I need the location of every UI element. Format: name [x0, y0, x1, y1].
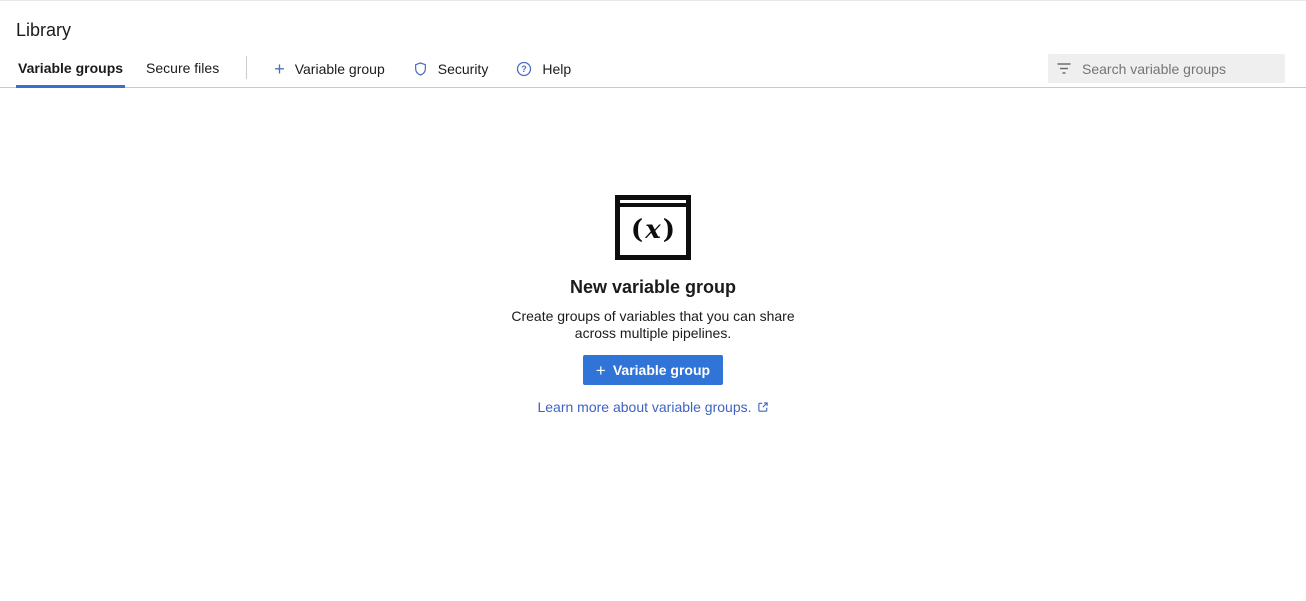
add-variable-group-button-label: Variable group: [613, 362, 710, 378]
tab-bar: Variable groups Secure files + Variable …: [0, 50, 1306, 88]
security-command[interactable]: Security: [399, 50, 503, 87]
search-box: [1048, 54, 1285, 83]
help-command[interactable]: ? Help: [502, 50, 585, 87]
page-title: Library: [16, 20, 1290, 41]
search-input[interactable]: [1080, 60, 1276, 78]
tab-variable-groups[interactable]: Variable groups: [16, 50, 125, 88]
new-variable-group-command-label: Variable group: [295, 61, 385, 77]
filter-icon: [1057, 62, 1071, 75]
library-page: Library Variable groups Secure files + V…: [0, 1, 1306, 415]
variable-group-icon-glyph: (x): [620, 207, 686, 255]
tab-secure-files[interactable]: Secure files: [144, 50, 221, 88]
tab-secure-files-label: Secure files: [146, 60, 219, 76]
empty-state-title: New variable group: [413, 277, 893, 298]
variable-group-icon: (x): [615, 195, 691, 260]
empty-state-description-line2: across multiple pipelines.: [413, 325, 893, 342]
help-icon: ?: [516, 61, 532, 77]
help-command-label: Help: [542, 61, 571, 77]
main-content: (x) New variable group Create groups of …: [0, 195, 1306, 415]
learn-more-link[interactable]: Learn more about variable groups.: [537, 399, 751, 415]
external-link-icon: [757, 401, 769, 413]
svg-text:?: ?: [522, 64, 528, 74]
plus-icon: +: [274, 60, 285, 78]
security-command-label: Security: [438, 61, 489, 77]
plus-icon: +: [596, 362, 606, 379]
new-variable-group-command[interactable]: + Variable group: [260, 50, 399, 87]
toolbar-divider: [246, 56, 247, 79]
learn-more-row: Learn more about variable groups.: [413, 399, 893, 415]
tab-variable-groups-label: Variable groups: [18, 60, 123, 76]
empty-state-description-line1: Create groups of variables that you can …: [413, 308, 893, 325]
add-variable-group-button[interactable]: + Variable group: [583, 355, 723, 385]
empty-state: (x) New variable group Create groups of …: [413, 195, 893, 415]
shield-icon: [413, 61, 428, 77]
page-header: Library: [0, 1, 1306, 50]
